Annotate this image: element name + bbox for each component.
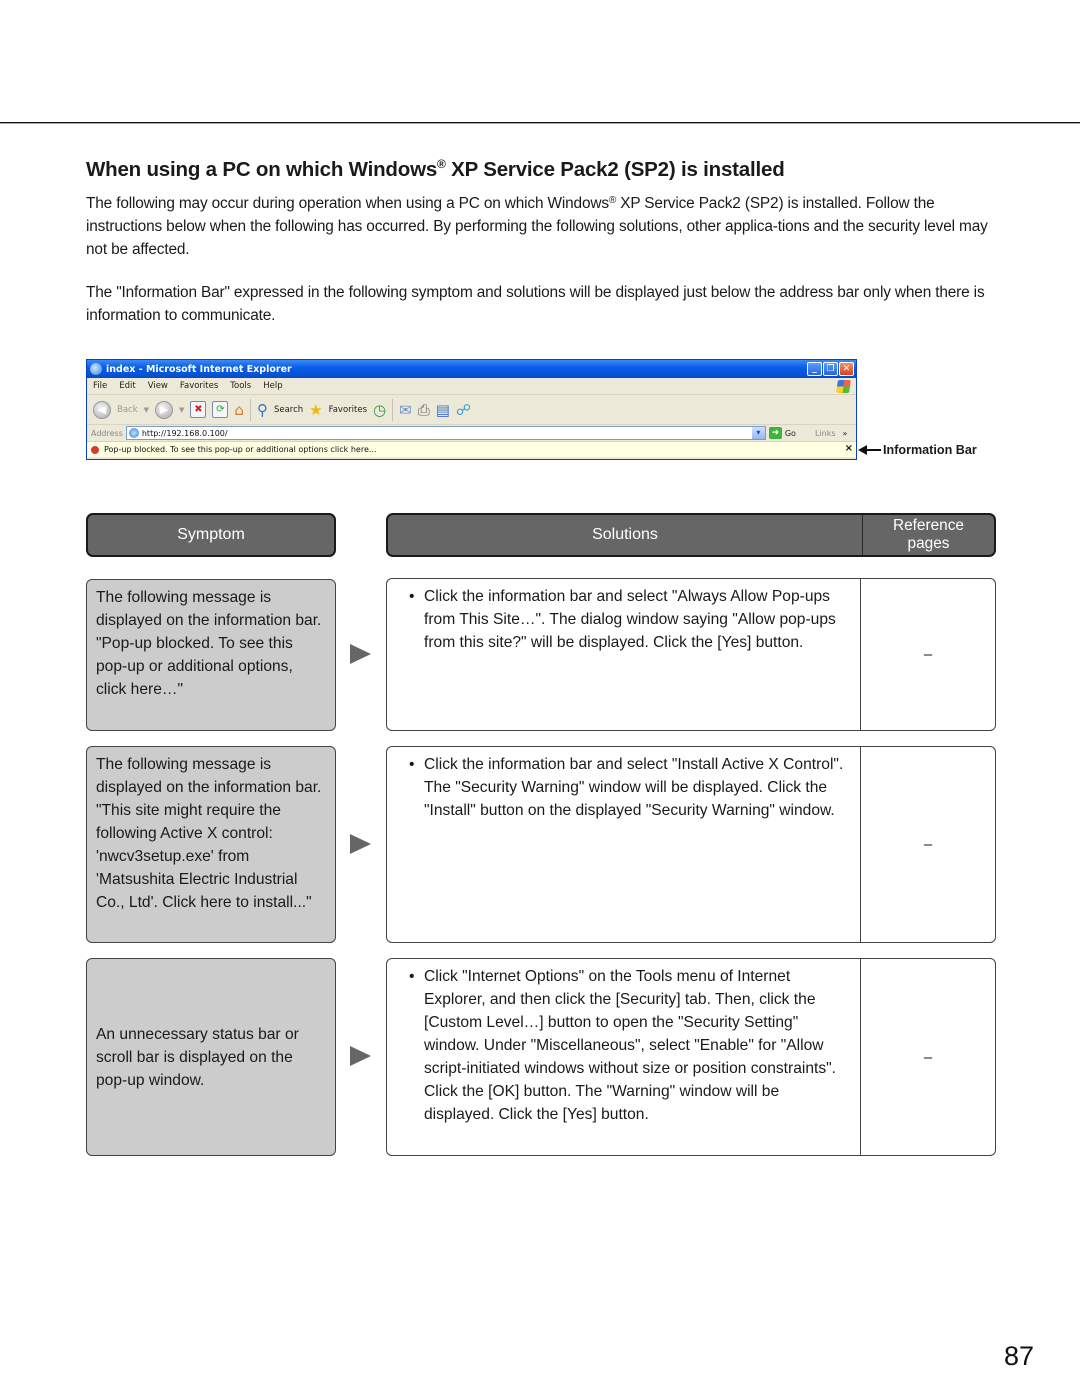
address-label: Address xyxy=(91,428,123,438)
symptom-text: The following message is displayed on th… xyxy=(96,756,322,911)
bullet-icon: • xyxy=(409,588,415,605)
right-triangle-arrow-icon xyxy=(350,644,371,664)
address-field: http://192.168.0.100/ ▾ xyxy=(125,426,766,440)
toolbar-separator xyxy=(249,398,251,421)
back-arrow-icon: ◀ xyxy=(93,400,111,419)
callout-label: Information Bar xyxy=(883,443,977,457)
symptom-text: The following message is displayed on th… xyxy=(96,589,322,698)
reference-header-label: Reference pages xyxy=(892,517,964,552)
ie-titlebar: index - Microsoft Internet Explorer _ ❐ … xyxy=(87,360,856,378)
solution-cell: • Click "Internet Options" on the Tools … xyxy=(387,959,861,1155)
solution-row: • Click the information bar and select "… xyxy=(386,746,996,943)
menu-favorites: Favorites xyxy=(179,381,219,391)
popup-blocked-icon xyxy=(90,444,100,455)
symptom-header-label: Symptom xyxy=(177,526,245,543)
history-icon: ◷ xyxy=(373,400,387,419)
windows-flag-icon xyxy=(836,380,851,393)
symptom-text: An unnecessary status bar or scroll bar … xyxy=(96,1025,299,1089)
address-dropdown-icon: ▾ xyxy=(751,427,765,439)
symptom-cell: The following message is displayed on th… xyxy=(86,579,336,731)
window-title: index - Microsoft Internet Explorer xyxy=(106,363,292,375)
forward-arrow-icon: ▶ xyxy=(155,400,174,419)
solution-text: Click the information bar and select "Al… xyxy=(424,588,836,651)
symptom-cell: An unnecessary status bar or scroll bar … xyxy=(86,958,336,1156)
ie-information-bar: Pop-up blocked. To see this pop-up or ad… xyxy=(87,442,856,457)
symptom-cell: The following message is displayed on th… xyxy=(86,746,336,943)
links-label: Links xyxy=(814,428,836,438)
infobar-close-icon: × xyxy=(844,443,853,454)
ie-toolbar: ◀ Back ▼ ▶ ▼ ✖ ⟳ ⌂ ⚲ Search ★ Favorites … xyxy=(87,395,856,425)
favorites-star-icon: ★ xyxy=(309,400,323,419)
title-text-end: XP Service Pack2 (SP2) is installed xyxy=(445,158,785,181)
menu-view: View xyxy=(147,381,168,391)
symptom-header: Symptom xyxy=(86,513,336,557)
solution-row: • Click "Internet Options" on the Tools … xyxy=(386,958,996,1156)
toolbar-separator xyxy=(392,398,394,421)
minimize-icon: _ xyxy=(807,362,822,376)
solutions-header: Solutions Reference pages xyxy=(386,513,996,557)
infobar-text: Pop-up blocked. To see this pop-up or ad… xyxy=(104,445,377,454)
reference-value: – xyxy=(923,1048,933,1066)
refresh-icon: ⟳ xyxy=(212,401,229,418)
reference-cell: – xyxy=(861,579,995,730)
title-text: When using a PC on which Windows xyxy=(86,158,438,181)
solutions-header-label: Solutions xyxy=(592,526,658,543)
solution-cell: • Click the information bar and select "… xyxy=(387,747,861,942)
forward-dropdown-icon: ▼ xyxy=(179,405,185,414)
bullet-icon: • xyxy=(409,756,415,773)
solution-row: • Click the information bar and select "… xyxy=(386,578,996,731)
information-bar-callout: Information Bar xyxy=(858,443,977,457)
menu-edit: Edit xyxy=(119,381,136,391)
menu-help: Help xyxy=(263,381,283,391)
registered-mark: ® xyxy=(608,195,617,206)
right-triangle-arrow-icon xyxy=(350,834,371,854)
go-arrow-icon: ➜ xyxy=(768,427,782,439)
links-chevron-icon: » xyxy=(842,428,848,438)
back-label: Back xyxy=(117,404,138,415)
page-icon xyxy=(128,428,139,438)
intro-text: The following may occur during operation… xyxy=(86,195,609,212)
intro-paragraph: The following may occur during operation… xyxy=(86,189,1006,261)
reference-value: – xyxy=(923,646,933,663)
solution-text: Click the information bar and select "In… xyxy=(424,756,844,819)
mail-icon: ✉ xyxy=(399,400,412,419)
reference-value: – xyxy=(923,836,933,853)
solution-text: Click "Internet Options" on the Tools me… xyxy=(424,968,837,1123)
search-icon: ⚲ xyxy=(256,400,268,419)
reference-cell: – xyxy=(861,959,995,1155)
reference-pages-header: Reference pages xyxy=(862,515,994,555)
ie-addressbar: Address http://192.168.0.100/ ▾ ➜ Go Lin… xyxy=(87,425,856,442)
edit-icon: ▤ xyxy=(435,400,450,419)
registered-mark: ® xyxy=(437,157,446,171)
solution-cell: • Click the information bar and select "… xyxy=(387,579,861,730)
close-icon: ✕ xyxy=(839,362,854,376)
back-dropdown-icon: ▼ xyxy=(143,405,150,414)
bullet-icon: • xyxy=(409,968,415,985)
messenger-icon: ☍ xyxy=(455,400,472,419)
section-title: When using a PC on which Windows® XP Ser… xyxy=(86,157,785,182)
address-value: http://192.168.0.100/ xyxy=(141,428,228,438)
header-rule xyxy=(0,122,1080,124)
ie-menubar: File Edit View Favorites Tools Help xyxy=(87,378,856,395)
right-triangle-arrow-icon xyxy=(350,1046,371,1066)
menu-tools: Tools xyxy=(230,381,252,391)
page-number: 87 xyxy=(1004,1341,1035,1371)
favorites-label: Favorites xyxy=(328,404,368,415)
ie-browser-screenshot: index - Microsoft Internet Explorer _ ❐ … xyxy=(86,359,857,460)
home-icon: ⌂ xyxy=(234,400,244,419)
go-label: Go xyxy=(784,428,796,438)
ie-logo-icon xyxy=(90,363,102,375)
reference-cell: – xyxy=(861,747,995,942)
search-label: Search xyxy=(273,404,304,415)
restore-icon: ❐ xyxy=(823,362,838,376)
print-icon: ⎙ xyxy=(417,400,430,419)
stop-icon: ✖ xyxy=(190,401,207,418)
menu-file: File xyxy=(93,381,108,391)
window-buttons: _ ❐ ✕ xyxy=(807,362,856,376)
left-arrow-icon xyxy=(858,445,881,455)
information-bar-paragraph: The "Information Bar" expressed in the f… xyxy=(86,284,985,324)
